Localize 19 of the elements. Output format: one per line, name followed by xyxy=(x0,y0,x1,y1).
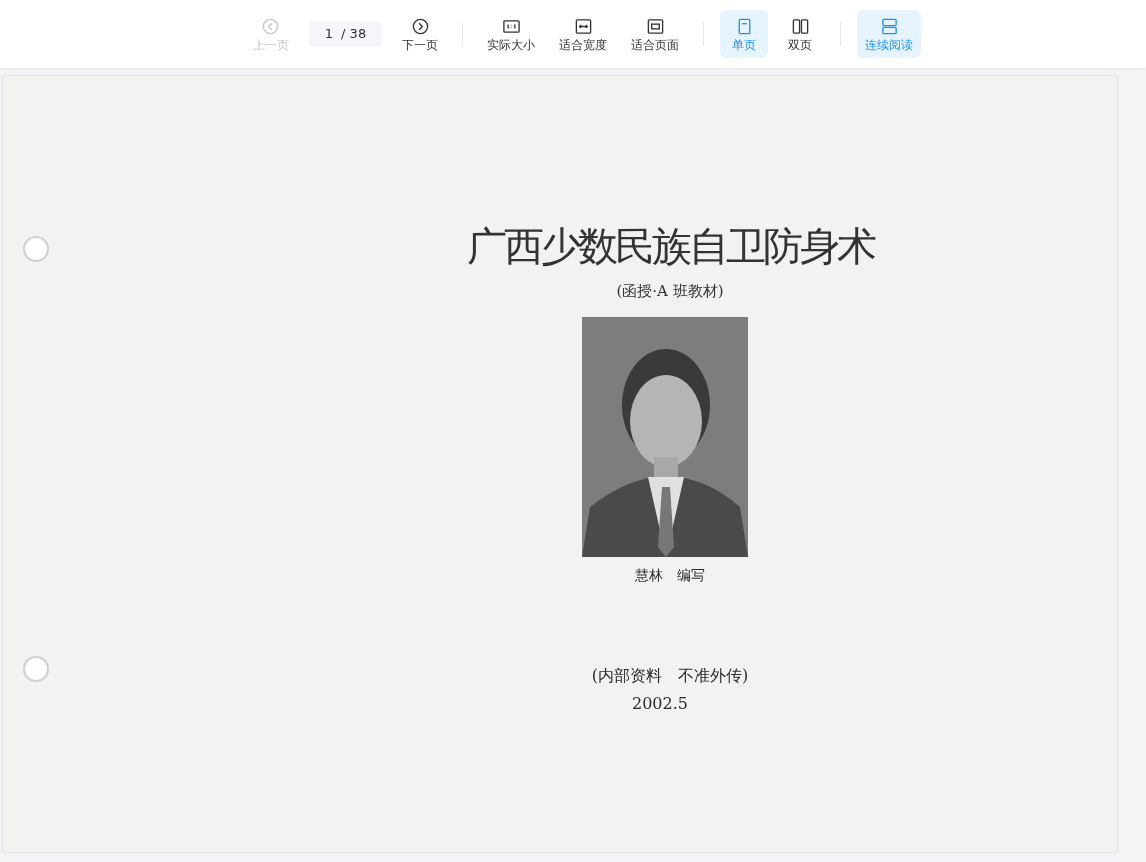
punch-hole xyxy=(23,236,49,262)
document-title: 广西少数民族自卫防身术 xyxy=(466,222,874,270)
chevron-right-icon xyxy=(410,16,430,36)
page-mode-tab[interactable]: 双页 xyxy=(776,10,825,58)
document-date: 2002.5 xyxy=(632,692,689,715)
zoom-button[interactable]: 适合宽度 xyxy=(551,10,616,58)
author-line: 慧林 编写 xyxy=(635,565,705,585)
chevron-left-icon xyxy=(261,16,281,36)
next-page-button[interactable]: 下一页 xyxy=(394,10,447,58)
fit-page-icon xyxy=(645,16,665,36)
fit-width-icon xyxy=(573,16,593,36)
zoom-button[interactable]: 适合页面 xyxy=(623,10,688,58)
document-subtitle: (函授·A 班教材) xyxy=(616,281,724,302)
restriction-notice: (内部资料 不准外传) xyxy=(591,664,749,687)
zoom-button[interactable]: 实际大小 xyxy=(479,10,544,58)
continuous-pages-icon xyxy=(879,16,899,36)
punch-hole xyxy=(23,656,49,682)
page-number-field[interactable]: 1 / 38 xyxy=(308,21,383,47)
double-page-icon xyxy=(790,16,810,36)
